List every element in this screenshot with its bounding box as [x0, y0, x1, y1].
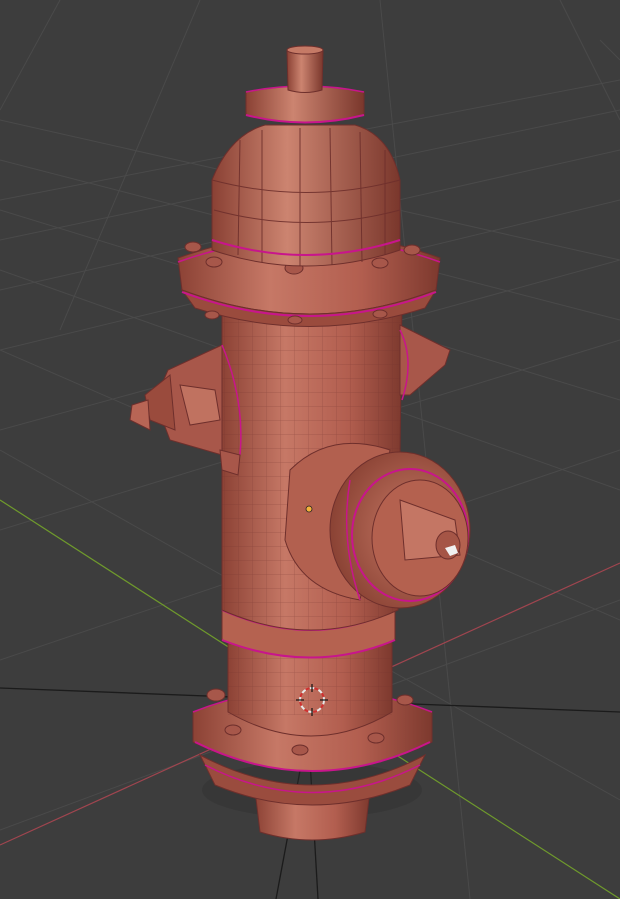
3d-viewport[interactable]: [0, 0, 620, 899]
viewport-canvas[interactable]: [0, 0, 620, 899]
right-back-nozzle: [399, 324, 451, 401]
object-origin-icon[interactable]: [305, 505, 313, 513]
